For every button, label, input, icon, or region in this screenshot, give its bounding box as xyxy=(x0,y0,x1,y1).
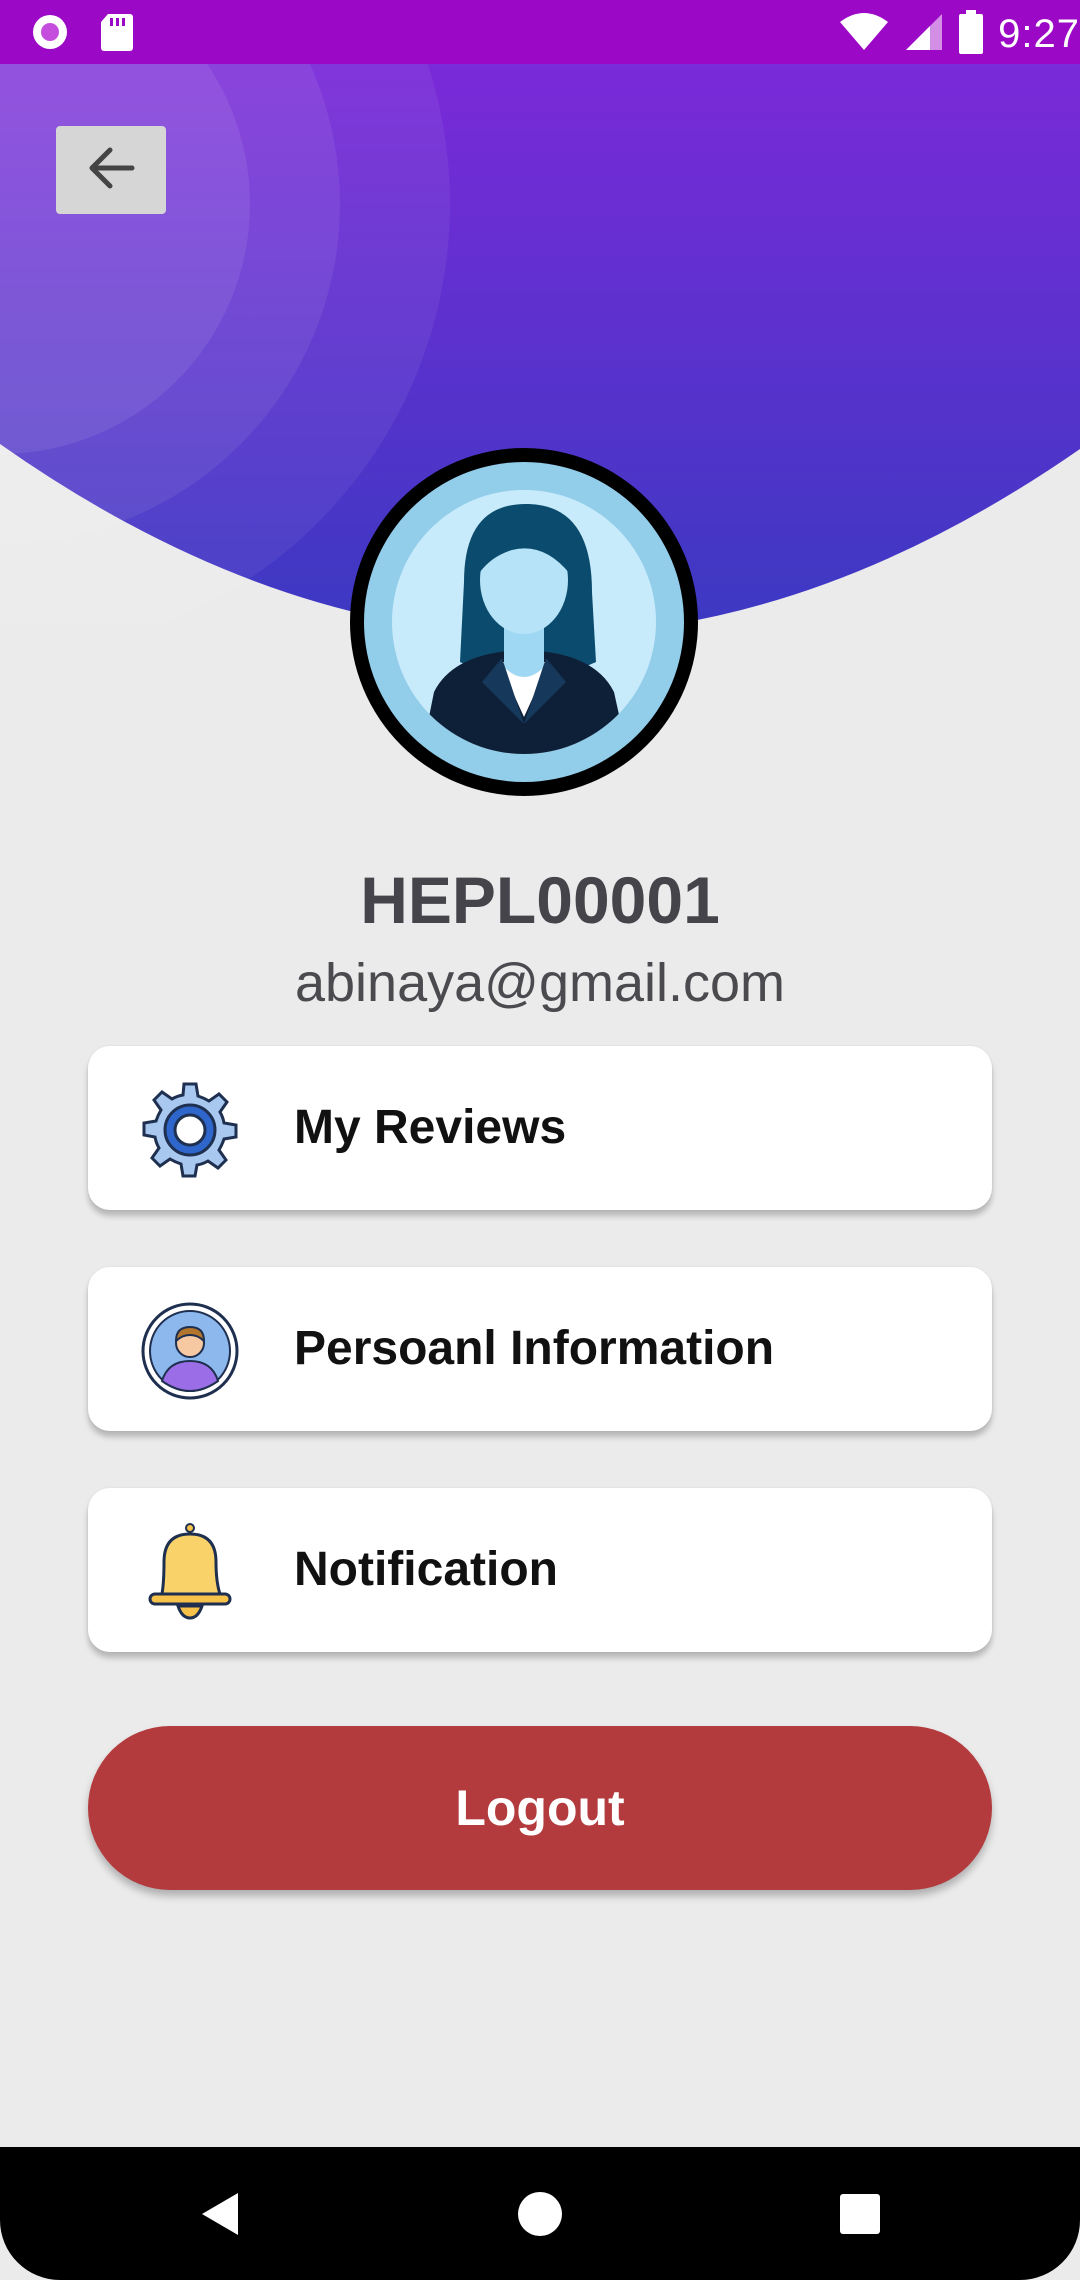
circle-notification-icon xyxy=(30,12,70,57)
status-time: 9:27 xyxy=(998,12,1080,56)
person-profile-icon xyxy=(140,1301,240,1401)
gear-icon xyxy=(140,1080,240,1180)
status-bar: 9:27 xyxy=(0,0,1080,64)
notification-button[interactable]: Notification xyxy=(88,1488,992,1652)
personal-information-button[interactable]: Persoanl Information xyxy=(88,1267,992,1431)
back-triangle-icon[interactable] xyxy=(170,2147,270,2280)
system-nav-bar xyxy=(0,2147,1080,2280)
woman-avatar-icon xyxy=(364,462,684,787)
user-id: HEPL00001 xyxy=(360,863,720,937)
bell-icon xyxy=(140,1522,240,1622)
personal-information-label: Persoanl Information xyxy=(294,1322,775,1375)
logout-button[interactable]: Logout xyxy=(88,1726,992,1890)
recents-square-icon[interactable] xyxy=(810,2147,910,2280)
my-reviews-button[interactable]: My Reviews xyxy=(88,1046,992,1210)
wifi-icon xyxy=(838,12,890,57)
cell-signal-icon xyxy=(904,12,944,57)
home-circle-icon[interactable] xyxy=(490,2147,590,2280)
user-email: abinaya@gmail.com xyxy=(294,953,786,1013)
notification-label: Notification xyxy=(294,1543,558,1596)
back-button[interactable] xyxy=(56,126,166,214)
arrow-left-icon xyxy=(86,146,136,195)
profile-avatar xyxy=(350,448,698,796)
my-reviews-label: My Reviews xyxy=(294,1101,567,1154)
sd-card-icon xyxy=(100,12,134,57)
battery-icon xyxy=(958,10,984,59)
